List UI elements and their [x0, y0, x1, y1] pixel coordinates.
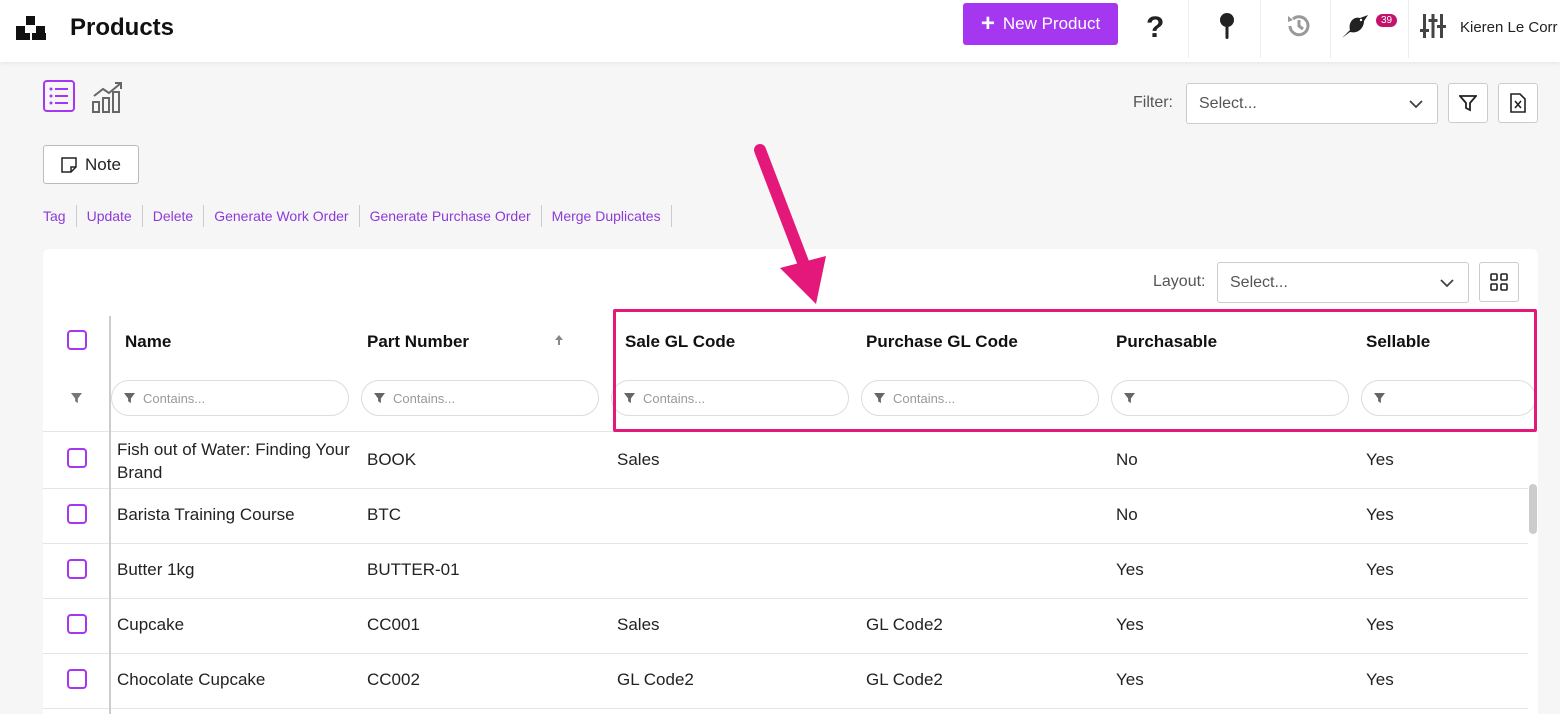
funnel-icon	[124, 392, 135, 403]
cell-sellable: Yes	[1366, 615, 1394, 634]
cell-name[interactable]: Cupcake	[117, 615, 184, 635]
cell-sale-gl-code: Sales	[617, 615, 660, 634]
cell-purchase-gl-code: GL Code2	[866, 670, 943, 689]
filter-placeholder: Contains...	[393, 390, 456, 406]
filter-button[interactable]	[1448, 83, 1488, 123]
chevron-down-icon	[1409, 99, 1423, 108]
row-checkbox[interactable]	[67, 669, 87, 689]
bird-notifications-icon[interactable]	[1340, 10, 1370, 42]
action-update[interactable]: Update	[77, 205, 143, 227]
chevron-down-icon	[1440, 278, 1454, 287]
export-excel-button[interactable]	[1498, 83, 1538, 123]
layout-label: Layout:	[1153, 273, 1206, 290]
action-delete[interactable]: Delete	[143, 205, 205, 227]
cell-name[interactable]: Barista Training Course	[117, 505, 295, 525]
toolbar-divider	[1330, 0, 1331, 58]
cell-name[interactable]: Fish out of Water: Finding Your Brand	[117, 438, 362, 484]
cell-purchasable: No	[1116, 450, 1138, 469]
plus-icon: +	[980, 10, 995, 37]
cell-purchasable: Yes	[1116, 615, 1144, 634]
history-icon[interactable]	[1284, 10, 1314, 42]
row-divider	[43, 653, 1528, 654]
chart-view-icon[interactable]	[91, 80, 125, 114]
note-button[interactable]: Note	[43, 145, 139, 184]
filter-select-value: Select...	[1199, 94, 1257, 112]
part-number-filter-input[interactable]: Contains...	[361, 380, 599, 416]
cell-purchasable: Yes	[1116, 670, 1144, 689]
cell-part-number: BUTTER-01	[367, 560, 460, 579]
svg-text:?: ?	[1146, 11, 1164, 41]
cell-part-number: BTC	[367, 505, 401, 524]
funnel-icon	[374, 392, 385, 403]
cell-sellable: Yes	[1366, 670, 1394, 689]
cell-purchasable: No	[1116, 505, 1138, 524]
cell-sellable: Yes	[1366, 505, 1394, 524]
cell-purchase-gl-code: GL Code2	[866, 615, 943, 634]
annotation-arrow-icon	[754, 144, 826, 304]
cell-sale-gl-code: GL Code2	[617, 670, 694, 689]
row-checkbox[interactable]	[67, 559, 87, 579]
filter-label: Filter:	[1133, 94, 1173, 111]
name-filter-input[interactable]: Contains...	[111, 380, 349, 416]
page-title: Products	[70, 14, 175, 41]
cell-sellable: Yes	[1366, 450, 1394, 469]
column-layout-button[interactable]	[1479, 262, 1519, 302]
cell-purchasable: Yes	[1116, 560, 1144, 579]
action-generate-work-order[interactable]: Generate Work Order	[204, 205, 360, 227]
row-divider	[43, 488, 1528, 489]
boxes-logo-icon[interactable]	[16, 16, 46, 40]
grid-layout-icon	[1490, 273, 1508, 291]
row-divider	[43, 708, 1528, 709]
row-checkbox[interactable]	[67, 448, 87, 468]
note-icon	[61, 156, 77, 173]
action-tag[interactable]: Tag	[43, 205, 77, 227]
cell-part-number: CC001	[367, 615, 420, 634]
toolbar-divider	[1408, 0, 1409, 58]
toolbar-divider	[1260, 0, 1261, 58]
pin-icon[interactable]	[1212, 10, 1242, 42]
new-product-button[interactable]: + New Product	[963, 3, 1118, 45]
column-header-name[interactable]: Name	[125, 316, 171, 368]
funnel-icon	[1459, 95, 1477, 112]
settings-sliders-icon[interactable]	[1418, 10, 1448, 42]
bulk-actions: Tag Update Delete Generate Work Order Ge…	[43, 205, 672, 227]
funnel-icon	[71, 393, 82, 404]
cell-part-number: CC002	[367, 670, 420, 689]
select-all-checkbox[interactable]	[67, 330, 87, 350]
list-view-icon[interactable]	[43, 80, 77, 114]
help-icon[interactable]: ?	[1140, 10, 1170, 42]
row-divider	[43, 543, 1528, 544]
note-label: Note	[85, 154, 121, 174]
top-bar: Products + New Product ? 39 Kieren Le Co…	[0, 0, 1560, 62]
vertical-scrollbar[interactable]	[1529, 484, 1537, 534]
action-generate-purchase-order[interactable]: Generate Purchase Order	[360, 205, 542, 227]
toolbar-divider	[1188, 0, 1189, 58]
row-divider	[43, 598, 1528, 599]
cell-sale-gl-code: Sales	[617, 450, 660, 469]
pinned-column-divider	[109, 316, 111, 714]
new-product-label: New Product	[1002, 14, 1101, 33]
layout-select-value: Select...	[1230, 273, 1288, 291]
row-checkbox[interactable]	[67, 614, 87, 634]
cell-name[interactable]: Butter 1kg	[117, 560, 195, 580]
user-name[interactable]: Kieren Le Corr	[1460, 19, 1558, 36]
filter-select[interactable]: Select...	[1186, 83, 1438, 124]
cell-name[interactable]: Chocolate Cupcake	[117, 670, 265, 690]
cell-part-number: BOOK	[367, 450, 417, 469]
row-checkbox[interactable]	[67, 504, 87, 524]
filter-placeholder: Contains...	[143, 390, 206, 406]
action-merge-duplicates[interactable]: Merge Duplicates	[542, 205, 672, 227]
column-header-part-number[interactable]: Part Number	[367, 316, 469, 368]
sort-ascending-icon[interactable]	[554, 334, 564, 346]
cell-sellable: Yes	[1366, 560, 1394, 579]
layout-select[interactable]: Select...	[1217, 262, 1469, 303]
notification-badge: 39	[1376, 14, 1398, 27]
annotation-highlight-box	[613, 309, 1537, 432]
excel-file-icon	[1510, 93, 1526, 113]
